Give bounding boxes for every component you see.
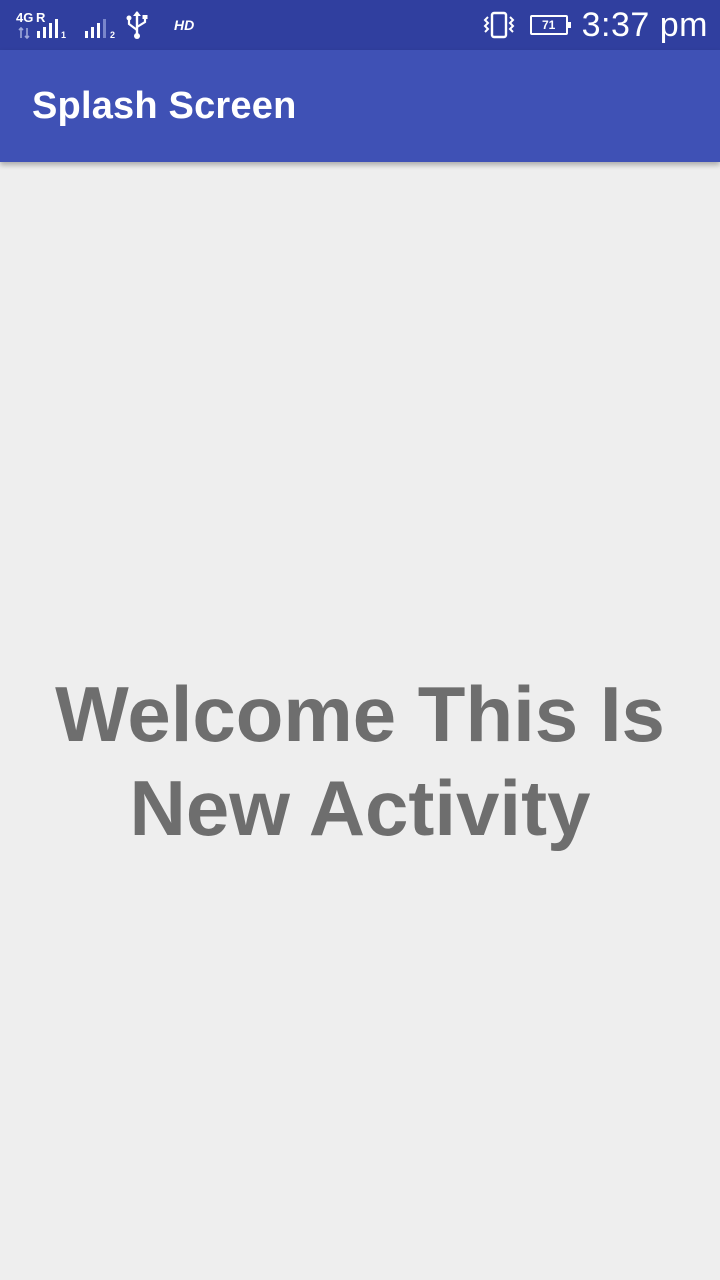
sim2-index: 2 xyxy=(110,30,116,40)
data-arrows-icon xyxy=(18,27,30,39)
signal-bars-1-icon xyxy=(37,19,58,38)
battery-icon: 71 xyxy=(529,15,571,35)
sim2-signal-icon: 2 xyxy=(80,8,122,42)
status-bar: 4G R 1 2 HD 71 3:37 pm xyxy=(0,0,720,50)
main-content: Welcome This Is New Activity xyxy=(0,162,720,1280)
sim1-index: 1 xyxy=(61,30,67,40)
status-bar-clock: 3:37 pm xyxy=(581,6,708,44)
app-title: Splash Screen xyxy=(32,85,297,127)
usb-icon xyxy=(126,11,148,39)
sim1-signal-icon: 4G R 1 xyxy=(16,8,72,42)
signal-bars-2-icon xyxy=(85,19,106,38)
app-bar: Splash Screen xyxy=(0,50,720,162)
status-bar-left: 4G R 1 2 HD xyxy=(16,8,194,42)
network-type-label: 4G xyxy=(16,10,34,25)
battery-level: 71 xyxy=(541,18,556,32)
vibrate-icon xyxy=(483,11,515,39)
welcome-message: Welcome This Is New Activity xyxy=(55,670,665,852)
status-bar-right: 71 3:37 pm xyxy=(482,0,708,50)
hd-label: HD xyxy=(174,17,195,33)
